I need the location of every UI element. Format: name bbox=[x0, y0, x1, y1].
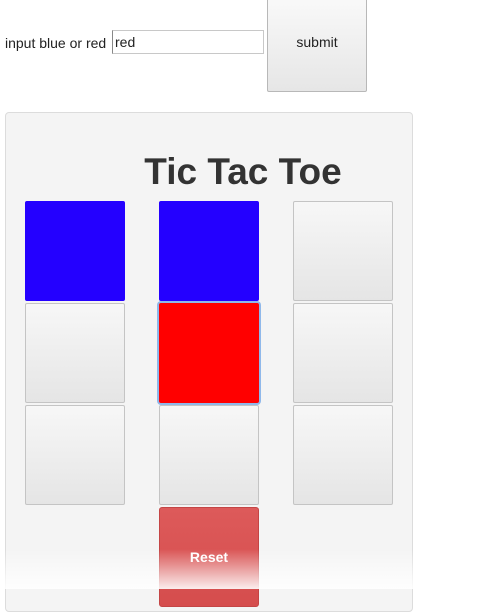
board-cell-8[interactable] bbox=[159, 405, 259, 505]
board-cell-1[interactable] bbox=[25, 201, 125, 301]
color-input-label: input blue or red bbox=[5, 35, 107, 51]
board-cell-3[interactable] bbox=[293, 201, 393, 301]
board-cell-2[interactable] bbox=[159, 201, 259, 301]
board-cell-6[interactable] bbox=[293, 303, 393, 403]
board-cell-4[interactable] bbox=[25, 303, 125, 403]
board-cell-7[interactable] bbox=[25, 405, 125, 505]
color-input[interactable] bbox=[112, 30, 264, 54]
board-cell-5[interactable] bbox=[159, 303, 259, 403]
board-cell-9[interactable] bbox=[293, 405, 393, 505]
submit-button[interactable]: submit bbox=[267, 0, 367, 92]
reset-button[interactable]: Reset bbox=[159, 507, 259, 607]
